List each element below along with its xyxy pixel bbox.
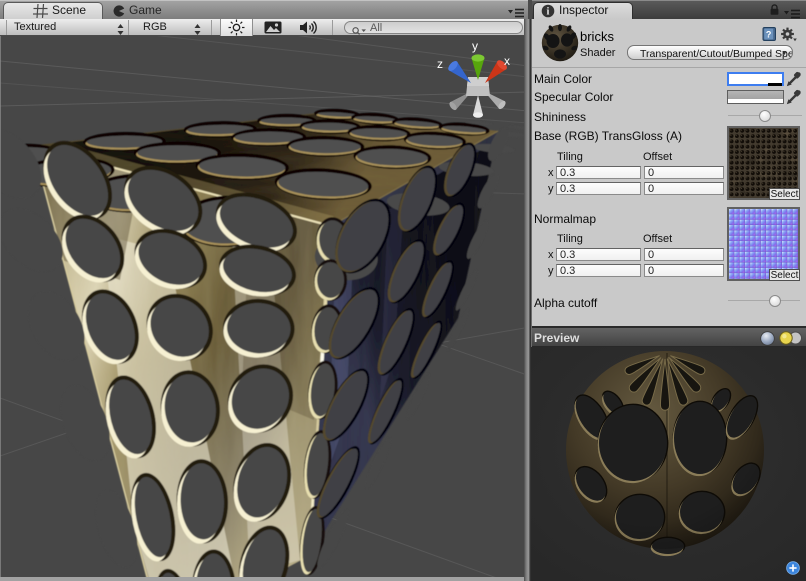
- svg-text:i: i: [547, 7, 550, 18]
- svg-text:x: x: [504, 54, 510, 68]
- svg-text:?: ?: [766, 30, 772, 40]
- svg-text:z: z: [437, 57, 443, 71]
- svg-text:y: y: [472, 39, 478, 53]
